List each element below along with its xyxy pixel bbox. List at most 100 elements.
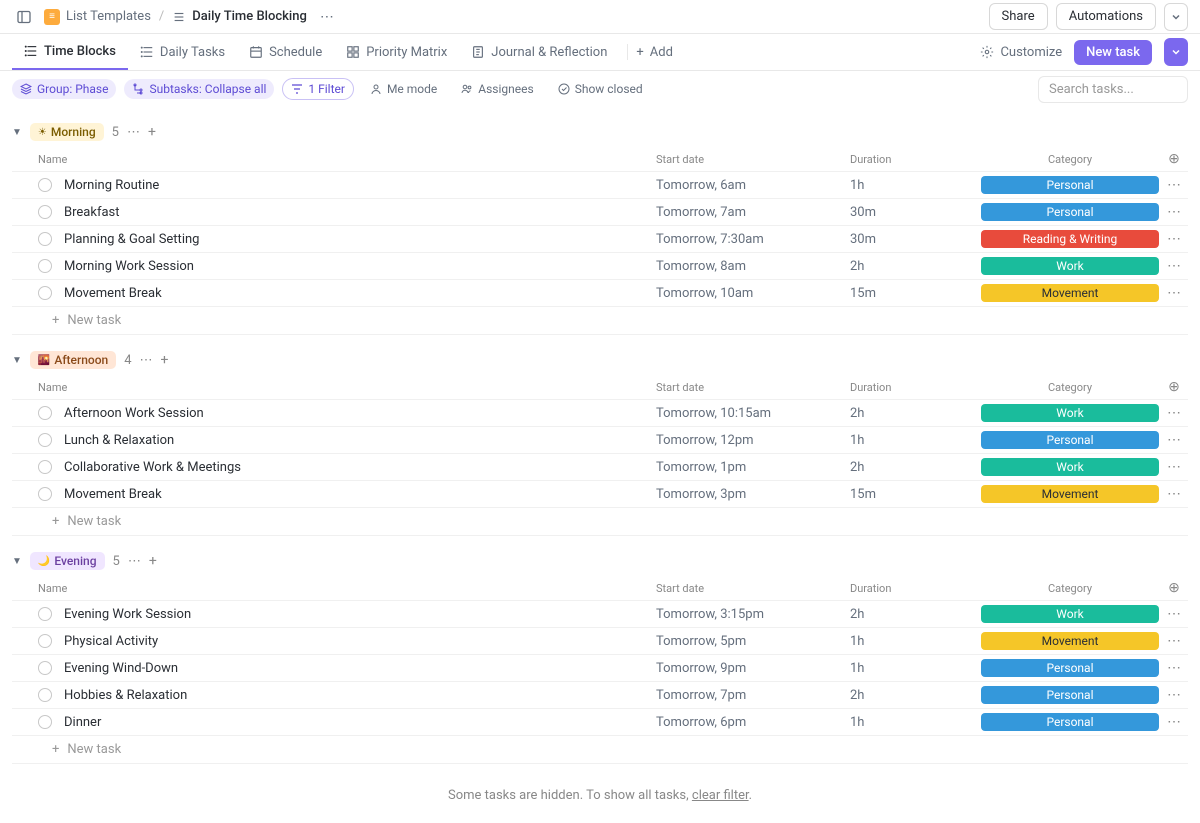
task-name[interactable]: Evening Work Session (64, 607, 656, 622)
task-name[interactable]: Collaborative Work & Meetings (64, 460, 656, 475)
view-tab-time-blocks[interactable]: Time Blocks (12, 34, 128, 70)
row-more-icon[interactable]: ⋯ (1160, 486, 1188, 502)
task-start[interactable]: Tomorrow, 1pm (656, 460, 850, 475)
me-mode-chip[interactable]: Me mode (362, 79, 445, 99)
view-tab-priority-matrix[interactable]: Priority Matrix (334, 34, 459, 70)
col-name[interactable]: Name (38, 582, 656, 595)
task-row[interactable]: Hobbies & RelaxationTomorrow, 7pm2hPerso… (12, 681, 1188, 708)
task-start[interactable]: Tomorrow, 3pm (656, 487, 850, 502)
task-start[interactable]: Tomorrow, 10am (656, 286, 850, 301)
task-name[interactable]: Dinner (64, 715, 656, 730)
col-start[interactable]: Start date (656, 582, 850, 595)
group-add-task-icon[interactable]: + (148, 124, 156, 140)
row-more-icon[interactable]: ⋯ (1160, 177, 1188, 193)
new-task-row[interactable]: +New task (12, 306, 1188, 335)
task-row[interactable]: Planning & Goal SettingTomorrow, 7:30am3… (12, 225, 1188, 252)
status-circle[interactable] (38, 406, 52, 420)
search-input[interactable] (1038, 76, 1188, 103)
task-row[interactable]: Morning Work SessionTomorrow, 8am2hWork⋯ (12, 252, 1188, 279)
col-duration[interactable]: Duration (850, 153, 980, 166)
task-row[interactable]: Collaborative Work & MeetingsTomorrow, 1… (12, 453, 1188, 480)
task-duration[interactable]: 30m (850, 232, 980, 247)
row-more-icon[interactable]: ⋯ (1160, 405, 1188, 421)
task-name[interactable]: Morning Routine (64, 178, 656, 193)
task-start[interactable]: Tomorrow, 7pm (656, 688, 850, 703)
task-category[interactable]: Work (980, 605, 1160, 623)
task-duration[interactable]: 1h (850, 178, 980, 193)
add-column-icon[interactable]: ⊕ (1168, 379, 1180, 395)
status-circle[interactable] (38, 634, 52, 648)
clear-filter-link[interactable]: clear filter (692, 788, 749, 803)
status-circle[interactable] (38, 205, 52, 219)
filter-chip[interactable]: 1 Filter (282, 78, 354, 100)
task-duration[interactable]: 15m (850, 487, 980, 502)
task-start[interactable]: Tomorrow, 3:15pm (656, 607, 850, 622)
status-circle[interactable] (38, 688, 52, 702)
group-collapse-caret[interactable]: ▼ (12, 556, 22, 567)
status-circle[interactable] (38, 433, 52, 447)
subtasks-chip[interactable]: Subtasks: Collapse all (124, 79, 274, 99)
add-view-button[interactable]: +Add (636, 45, 673, 60)
status-circle[interactable] (38, 286, 52, 300)
group-more-icon[interactable]: ⋯ (127, 125, 140, 140)
status-circle[interactable] (38, 232, 52, 246)
page-more-icon[interactable]: ⋯ (315, 5, 339, 29)
task-duration[interactable]: 15m (850, 286, 980, 301)
task-duration[interactable]: 1h (850, 634, 980, 649)
group-more-icon[interactable]: ⋯ (140, 353, 153, 368)
row-more-icon[interactable]: ⋯ (1160, 432, 1188, 448)
row-more-icon[interactable]: ⋯ (1160, 633, 1188, 649)
status-circle[interactable] (38, 460, 52, 474)
show-closed-chip[interactable]: Show closed (550, 79, 651, 99)
task-name[interactable]: Morning Work Session (64, 259, 656, 274)
row-more-icon[interactable]: ⋯ (1160, 687, 1188, 703)
status-circle[interactable] (38, 487, 52, 501)
status-circle[interactable] (38, 715, 52, 729)
task-category[interactable]: Work (980, 257, 1160, 275)
task-start[interactable]: Tomorrow, 5pm (656, 634, 850, 649)
status-circle[interactable] (38, 607, 52, 621)
automations-button[interactable]: Automations (1056, 3, 1156, 30)
col-category[interactable]: Category (980, 381, 1160, 394)
task-category[interactable]: Personal (980, 686, 1160, 704)
task-duration[interactable]: 1h (850, 433, 980, 448)
task-start[interactable]: Tomorrow, 9pm (656, 661, 850, 676)
task-name[interactable]: Movement Break (64, 487, 656, 502)
col-duration[interactable]: Duration (850, 582, 980, 595)
task-duration[interactable]: 2h (850, 460, 980, 475)
row-more-icon[interactable]: ⋯ (1160, 258, 1188, 274)
breadcrumb-title[interactable]: Daily Time Blocking (172, 9, 307, 24)
task-row[interactable]: Movement BreakTomorrow, 10am15mMovement⋯ (12, 279, 1188, 306)
task-category[interactable]: Work (980, 458, 1160, 476)
task-duration[interactable]: 2h (850, 406, 980, 421)
task-category[interactable]: Personal (980, 659, 1160, 677)
task-name[interactable]: Planning & Goal Setting (64, 232, 656, 247)
task-start[interactable]: Tomorrow, 6pm (656, 715, 850, 730)
automations-dropdown[interactable] (1164, 3, 1188, 31)
task-start[interactable]: Tomorrow, 8am (656, 259, 850, 274)
assignees-chip[interactable]: Assignees (453, 79, 541, 99)
group-chip[interactable]: Group: Phase (12, 79, 116, 99)
col-category[interactable]: Category (980, 153, 1160, 166)
task-start[interactable]: Tomorrow, 6am (656, 178, 850, 193)
task-name[interactable]: Movement Break (64, 286, 656, 301)
task-name[interactable]: Hobbies & Relaxation (64, 688, 656, 703)
task-row[interactable]: Physical ActivityTomorrow, 5pm1hMovement… (12, 627, 1188, 654)
task-duration[interactable]: 2h (850, 259, 980, 274)
col-category[interactable]: Category (980, 582, 1160, 595)
phase-pill-morning[interactable]: ☀Morning (30, 123, 104, 141)
col-start[interactable]: Start date (656, 153, 850, 166)
task-category[interactable]: Personal (980, 176, 1160, 194)
row-more-icon[interactable]: ⋯ (1160, 660, 1188, 676)
row-more-icon[interactable]: ⋯ (1160, 714, 1188, 730)
new-task-dropdown[interactable] (1164, 38, 1188, 66)
breadcrumb-parent[interactable]: ≡ List Templates (44, 9, 151, 25)
group-more-icon[interactable]: ⋯ (128, 554, 141, 569)
task-row[interactable]: Lunch & RelaxationTomorrow, 12pm1hPerson… (12, 426, 1188, 453)
customize-button[interactable]: Customize (980, 45, 1062, 60)
task-category[interactable]: Movement (980, 284, 1160, 302)
new-task-button[interactable]: New task (1074, 40, 1152, 65)
task-category[interactable]: Movement (980, 485, 1160, 503)
group-collapse-caret[interactable]: ▼ (12, 355, 22, 366)
task-name[interactable]: Evening Wind-Down (64, 661, 656, 676)
